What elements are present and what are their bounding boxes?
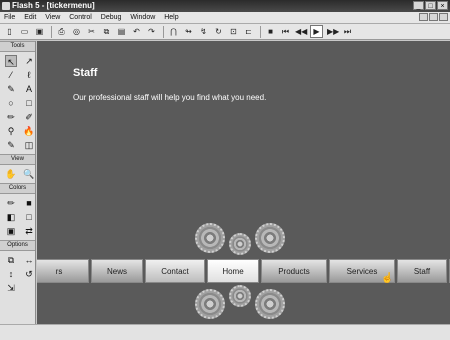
new-icon[interactable]: ▯ xyxy=(4,26,15,37)
status-bar xyxy=(0,324,450,340)
lasso-tool-icon[interactable]: ℓ xyxy=(23,69,35,81)
menu-file[interactable]: File xyxy=(4,12,15,23)
rewind-icon[interactable]: ⏮ xyxy=(280,26,291,37)
straighten-icon[interactable]: ↯ xyxy=(198,26,209,37)
save-icon[interactable]: ▣ xyxy=(34,26,45,37)
scale-icon[interactable]: ⊡ xyxy=(228,26,239,37)
undo-icon[interactable]: ↶ xyxy=(131,26,142,37)
menu-help[interactable]: Help xyxy=(164,12,178,23)
subselect-tool-icon[interactable]: ↗ xyxy=(23,55,35,67)
oval-tool-icon[interactable]: ○ xyxy=(5,97,17,109)
gear-graphic xyxy=(255,289,285,319)
zoom-tool-icon[interactable]: 🔍 xyxy=(23,168,35,180)
menu-view[interactable]: View xyxy=(45,12,60,23)
print-preview-icon[interactable]: ◎ xyxy=(71,26,82,37)
default-colors-icon[interactable]: ▣ xyxy=(5,225,17,237)
main-toolbar: ▯ ▭ ▣ ⎙ ◎ ✂ ⧉ ▤ ↶ ↷ ⋂ ↬ ↯ ↻ ⊡ ⊏ ■ ⏮ ◀◀ ▶… xyxy=(0,24,450,40)
nav-item-rs[interactable]: rs xyxy=(37,259,89,283)
smooth-icon[interactable]: ↬ xyxy=(183,26,194,37)
hand-tool-icon[interactable]: ✋ xyxy=(5,168,17,180)
paint-bucket-tool-icon[interactable]: 🔥 xyxy=(23,125,35,137)
gear-graphic xyxy=(195,289,225,319)
fill-color-icon[interactable]: ◧ xyxy=(5,211,17,223)
nav-item-staff[interactable]: Staff xyxy=(397,259,447,283)
snap-option-icon[interactable]: ⧉ xyxy=(5,254,17,266)
gear-graphic xyxy=(255,223,285,253)
copy-icon[interactable]: ⧉ xyxy=(101,26,112,37)
stage-title: Staff xyxy=(73,67,98,79)
toolbar-divider xyxy=(51,25,52,38)
rotate-icon[interactable]: ↻ xyxy=(213,26,224,37)
arrow-tool-icon[interactable]: ↖ xyxy=(5,55,17,67)
toolbar-divider xyxy=(260,25,261,38)
nav-item-products[interactable]: Products xyxy=(261,259,327,283)
line-tool-icon[interactable]: ⁄ xyxy=(5,69,17,81)
gear-graphic xyxy=(195,223,225,253)
doc-close-button[interactable] xyxy=(439,13,448,21)
print-icon[interactable]: ⎙ xyxy=(56,26,67,37)
stroke-swatch[interactable]: ■ xyxy=(23,197,35,209)
rectangle-tool-icon[interactable]: □ xyxy=(23,97,35,109)
straighten-option-icon[interactable]: ↕ xyxy=(5,268,17,280)
tools-section-label: Tools xyxy=(0,41,35,52)
close-button[interactable]: × xyxy=(437,1,448,10)
redo-icon[interactable]: ↷ xyxy=(146,26,157,37)
stage[interactable]: Staff Our professional staff will help y… xyxy=(37,41,450,324)
end-icon[interactable]: ⏭ xyxy=(342,26,353,37)
cut-icon[interactable]: ✂ xyxy=(86,26,97,37)
step-forward-icon[interactable]: ▶▶ xyxy=(327,26,339,37)
eraser-tool-icon[interactable]: ◫ xyxy=(23,139,35,151)
stop-icon[interactable]: ■ xyxy=(265,26,276,37)
view-section-label: View xyxy=(0,154,35,165)
window-title: Flash 5 - [tickermenu] xyxy=(12,1,95,10)
align-icon[interactable]: ⊏ xyxy=(243,26,254,37)
rotate-option-icon[interactable]: ↺ xyxy=(23,268,35,280)
smooth-option-icon[interactable]: ↔ xyxy=(23,254,35,266)
nav-item-contact[interactable]: Contact xyxy=(145,259,205,283)
step-back-icon[interactable]: ◀◀ xyxy=(295,26,307,37)
open-icon[interactable]: ▭ xyxy=(19,26,30,37)
minimize-button[interactable]: _ xyxy=(413,1,424,10)
app-icon xyxy=(2,2,10,10)
title-bar: Flash 5 - [tickermenu] _ □ × xyxy=(0,0,450,12)
toolbar-divider xyxy=(163,25,164,38)
hand-cursor-icon: ☝ xyxy=(381,273,394,284)
menu-edit[interactable]: Edit xyxy=(24,12,36,23)
stroke-color-icon[interactable]: ✏ xyxy=(5,197,17,209)
snap-icon[interactable]: ⋂ xyxy=(168,26,179,37)
stage-description: Our professional staff will help you fin… xyxy=(73,93,267,102)
options-section-label: Options xyxy=(0,240,35,251)
swap-colors-icon[interactable]: ⇄ xyxy=(23,225,35,237)
dropper-tool-icon[interactable]: ✎ xyxy=(5,139,17,151)
pencil-tool-icon[interactable]: ✏ xyxy=(5,111,17,123)
menu-bar: File Edit View Control Debug Window Help xyxy=(0,12,450,24)
maximize-button[interactable]: □ xyxy=(425,1,436,10)
menu-window[interactable]: Window xyxy=(130,12,155,23)
doc-minimize-button[interactable] xyxy=(419,13,428,21)
play-icon[interactable]: ▶ xyxy=(310,25,323,38)
text-tool-icon[interactable]: A xyxy=(23,83,35,95)
brush-tool-icon[interactable]: ✐ xyxy=(23,111,35,123)
gear-graphic xyxy=(229,285,251,307)
paste-icon[interactable]: ▤ xyxy=(116,26,127,37)
fill-swatch[interactable]: □ xyxy=(23,211,35,223)
gear-graphic xyxy=(229,233,251,255)
scale-option-icon[interactable]: ⇲ xyxy=(5,282,17,294)
pen-tool-icon[interactable]: ✎ xyxy=(5,83,17,95)
colors-section-label: Colors xyxy=(0,183,35,194)
ink-bottle-tool-icon[interactable]: ⚲ xyxy=(5,125,17,137)
tools-panel: Tools ↖ ↗ ⁄ ℓ ✎ A ○ □ ✏ ✐ ⚲ 🔥 ✎ ◫ View ✋… xyxy=(0,41,36,324)
nav-item-home[interactable]: Home xyxy=(207,259,259,283)
doc-restore-button[interactable] xyxy=(429,13,438,21)
menu-control[interactable]: Control xyxy=(69,12,92,23)
menu-debug[interactable]: Debug xyxy=(101,12,122,23)
nav-item-news[interactable]: News xyxy=(91,259,143,283)
